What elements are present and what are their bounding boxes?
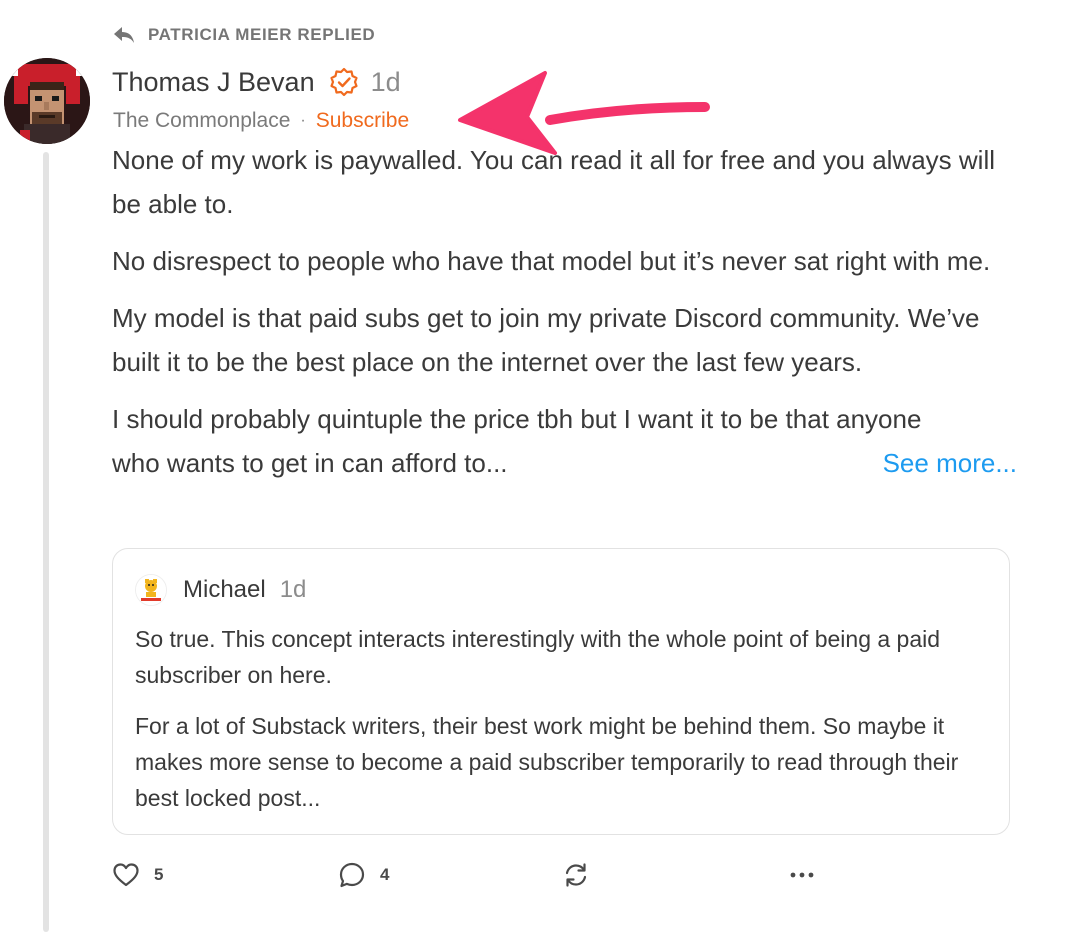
quoted-comment-card[interactable]: Michael 1d So true. This concept interac… xyxy=(112,548,1010,835)
comment-line: who wants to get in can afford to... xyxy=(112,448,508,478)
comment-button[interactable]: 4 xyxy=(338,858,389,892)
publication-name[interactable]: The Commonplace xyxy=(113,109,290,133)
quoted-body: So true. This concept interacts interest… xyxy=(135,621,975,831)
comment-paragraph-last: I should probably quintuple the price tb… xyxy=(112,397,1017,485)
author-row: Thomas J Bevan 1d xyxy=(112,63,401,101)
author-name[interactable]: Thomas J Bevan xyxy=(112,67,315,98)
comment-bubble-icon xyxy=(338,861,366,889)
action-bar: 5 4 xyxy=(110,858,830,892)
comment-line: I should probably quintuple the price tb… xyxy=(112,404,922,434)
quoted-header: Michael 1d xyxy=(135,571,306,609)
verified-check-icon xyxy=(329,67,359,97)
quoted-author-avatar[interactable] xyxy=(135,574,167,606)
separator-dot: · xyxy=(300,112,306,129)
like-button[interactable]: 5 xyxy=(112,858,163,892)
author-timestamp: 1d xyxy=(370,66,401,97)
annotation-arrow-icon xyxy=(458,71,710,155)
quoted-paragraph: For a lot of Substack writers, their bes… xyxy=(135,713,959,811)
like-count: 5 xyxy=(154,865,164,884)
restack-button[interactable] xyxy=(562,858,590,892)
comment-body: None of my work is paywalled. You can re… xyxy=(112,138,1017,485)
author-avatar[interactable] xyxy=(4,58,90,144)
publication-row: The Commonplace · Subscribe xyxy=(113,108,409,134)
comment-paragraph: No disrespect to people who have that mo… xyxy=(112,246,991,276)
thread-line xyxy=(43,152,49,932)
comment-count: 4 xyxy=(380,865,390,884)
see-more-link[interactable]: See more... xyxy=(883,441,1017,485)
reply-header: PATRICIA MEIER REPLIED xyxy=(112,23,375,47)
restack-icon xyxy=(562,861,590,889)
heart-icon xyxy=(112,862,140,888)
subscribe-link[interactable]: Subscribe xyxy=(316,109,409,133)
reply-header-text: PATRICIA MEIER REPLIED xyxy=(148,25,376,44)
more-button[interactable] xyxy=(790,858,814,892)
see-more-line: who wants to get in can afford to... See… xyxy=(112,441,1017,485)
more-dots-icon xyxy=(790,871,814,879)
reply-icon xyxy=(112,24,136,46)
quoted-paragraph: So true. This concept interacts interest… xyxy=(135,626,941,688)
comment-paragraph: My model is that paid subs get to join m… xyxy=(112,303,980,377)
quoted-author-name[interactable]: Michael xyxy=(183,576,266,604)
quoted-timestamp: 1d xyxy=(279,576,307,603)
